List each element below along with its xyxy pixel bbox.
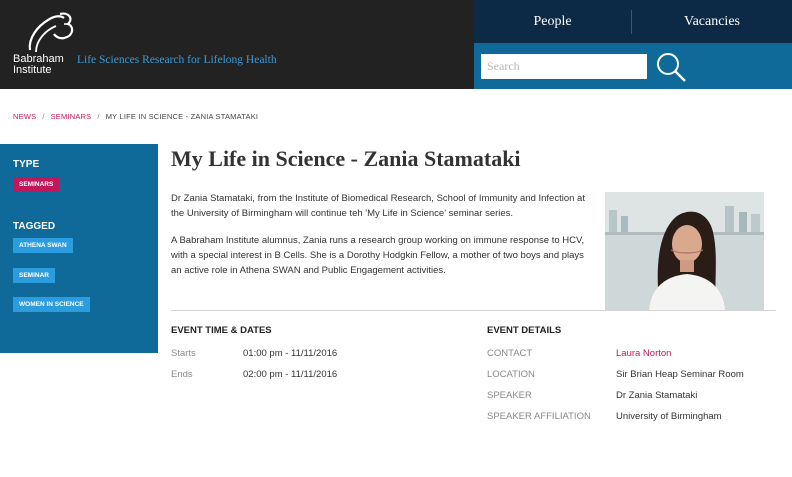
logo-wordmark[interactable]: Babraham Institute xyxy=(13,54,64,76)
speaker-affiliation-label: SPEAKER AFFILIATION xyxy=(487,411,591,422)
contact-link[interactable]: Laura Norton xyxy=(616,348,671,359)
breadcrumb-news[interactable]: NEWS xyxy=(13,112,36,121)
site-header: Babraham Institute Life Sciences Researc… xyxy=(0,0,474,89)
starts-value: 01:00 pm - 11/11/2016 xyxy=(243,348,338,359)
breadcrumb-separator: / xyxy=(97,112,100,121)
page-title: My Life in Science - Zania Stamataki xyxy=(171,146,521,171)
nav-vacancies[interactable]: Vacancies xyxy=(632,0,792,43)
speaker-affiliation-value: University of Birmingham xyxy=(616,411,722,422)
speaker-value: Dr Zania Stamataki xyxy=(616,390,698,401)
tag-women-in-science[interactable]: WOMEN IN SCIENCE xyxy=(13,297,90,312)
event-times-heading: EVENT TIME & DATES xyxy=(171,325,272,336)
tag-seminars[interactable]: SEMINARS xyxy=(13,177,60,192)
breadcrumb-separator: / xyxy=(42,112,45,121)
logo-line-2: Institute xyxy=(13,64,52,76)
tag-seminar[interactable]: SEMINAR xyxy=(13,268,55,283)
header-utility-area: People Vacancies xyxy=(474,0,792,89)
search-icon[interactable] xyxy=(654,50,688,84)
intro-paragraph: Dr Zania Stamataki, from the Institute o… xyxy=(171,193,585,219)
location-value: Sir Brian Heap Seminar Room xyxy=(616,369,744,380)
search-input[interactable] xyxy=(481,54,647,79)
site-tagline: Life Sciences Research for Lifelong Heal… xyxy=(77,54,277,66)
event-details-heading: EVENT DETAILS xyxy=(487,325,562,336)
breadcrumb-seminars[interactable]: SEMINARS xyxy=(51,112,92,121)
sidebar: TYPE SEMINARS TAGGED ATHENA SWAN SEMINAR… xyxy=(0,144,158,353)
starts-label: Starts xyxy=(171,348,196,359)
type-heading: TYPE xyxy=(13,159,40,170)
bio-paragraph: A Babraham Institute alumnus, Zania runs… xyxy=(171,235,585,276)
ends-value: 02:00 pm - 11/11/2016 xyxy=(243,369,338,380)
speaker-label: SPEAKER xyxy=(487,390,532,401)
babraham-logo-icon[interactable] xyxy=(24,10,76,56)
speaker-photo xyxy=(605,192,764,310)
section-divider xyxy=(171,310,776,311)
location-label: LOCATION xyxy=(487,369,535,380)
tag-athena-swan[interactable]: ATHENA SWAN xyxy=(13,238,73,253)
nav-people[interactable]: People xyxy=(474,0,631,43)
breadcrumb: NEWS / SEMINARS / MY LIFE IN SCIENCE - ZANIA… xyxy=(13,112,258,121)
top-nav: People Vacancies xyxy=(474,0,792,43)
contact-label: CONTACT xyxy=(487,348,533,359)
ends-label: Ends xyxy=(171,369,193,380)
tagged-heading: TAGGED xyxy=(13,221,56,232)
breadcrumb-current: MY LIFE IN SCIENCE - ZANIA STAMATAKI xyxy=(105,112,259,121)
